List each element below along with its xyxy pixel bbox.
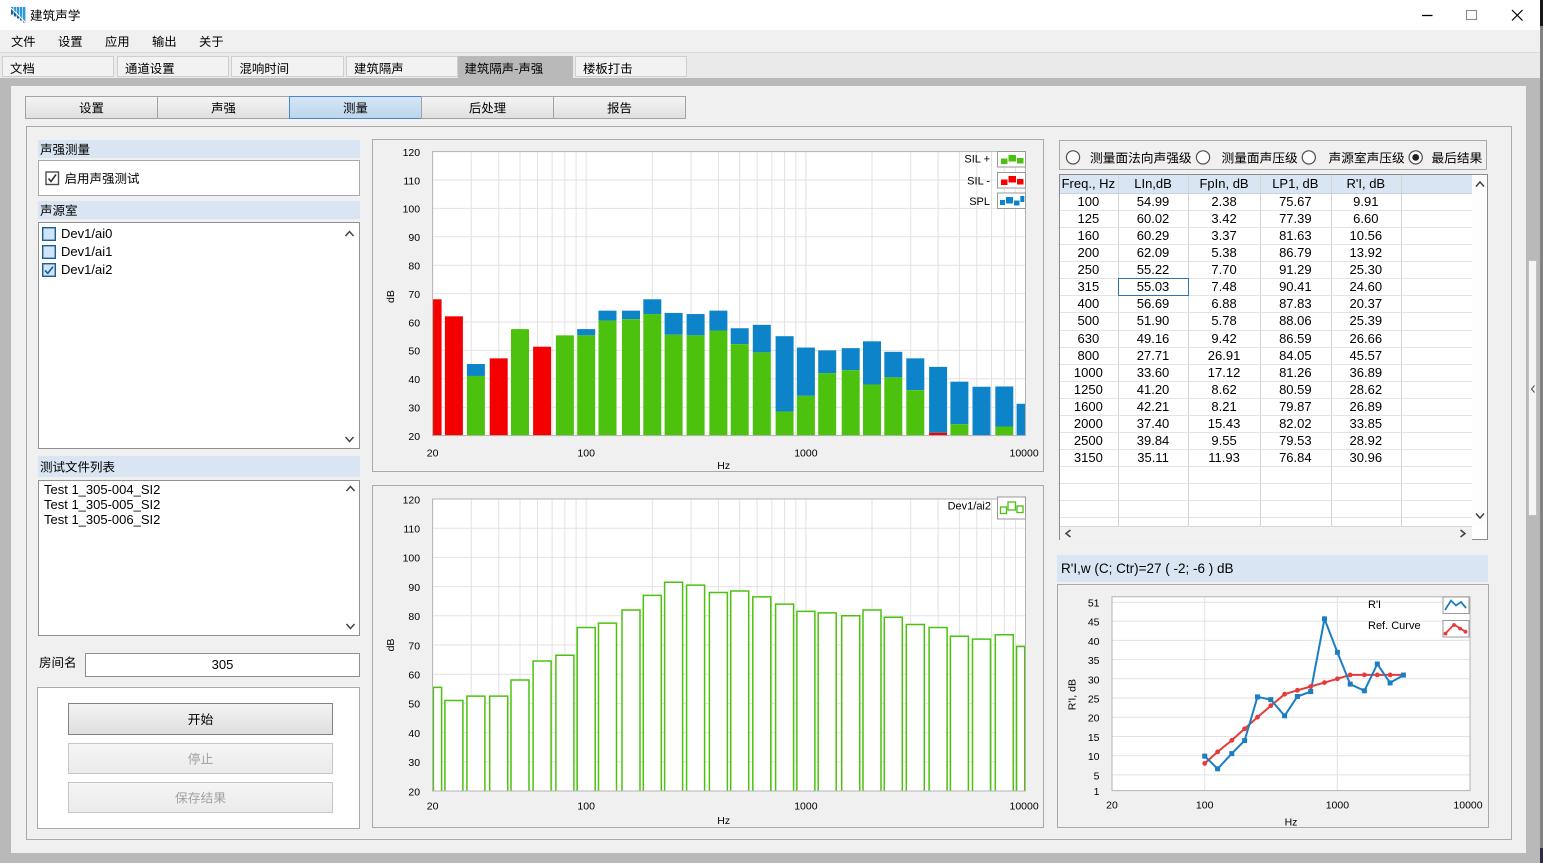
svg-text:R'I, dB: R'I, dB bbox=[1067, 679, 1079, 710]
svg-text:100: 100 bbox=[403, 204, 421, 216]
svg-text:20: 20 bbox=[1088, 713, 1100, 725]
svg-text:110: 110 bbox=[403, 524, 420, 536]
svg-text:20: 20 bbox=[408, 786, 420, 798]
svg-text:20: 20 bbox=[427, 801, 439, 813]
svg-text:120: 120 bbox=[403, 494, 421, 506]
svg-text:10000: 10000 bbox=[1453, 800, 1482, 812]
svg-text:40: 40 bbox=[408, 374, 420, 386]
svg-text:dB: dB bbox=[385, 290, 397, 303]
svg-text:90: 90 bbox=[408, 582, 420, 594]
svg-text:100: 100 bbox=[577, 801, 595, 813]
svg-text:70: 70 bbox=[408, 289, 420, 301]
svg-text:Hz: Hz bbox=[717, 460, 730, 472]
svg-text:20: 20 bbox=[1106, 800, 1118, 812]
svg-text:50: 50 bbox=[408, 699, 420, 711]
svg-text:Dev1/ai2: Dev1/ai2 bbox=[948, 501, 991, 513]
svg-text:1: 1 bbox=[1094, 786, 1100, 798]
svg-text:R'I: R'I bbox=[1368, 599, 1381, 611]
svg-text:35: 35 bbox=[1088, 655, 1100, 667]
svg-text:70: 70 bbox=[408, 640, 420, 652]
svg-text:20: 20 bbox=[427, 448, 439, 460]
svg-text:80: 80 bbox=[408, 261, 420, 273]
svg-text:60: 60 bbox=[408, 670, 420, 682]
svg-text:45: 45 bbox=[1088, 617, 1100, 629]
svg-text:30: 30 bbox=[408, 757, 420, 769]
svg-text:90: 90 bbox=[408, 232, 420, 244]
svg-text:1000: 1000 bbox=[794, 801, 818, 813]
svg-text:100: 100 bbox=[403, 553, 421, 565]
svg-text:80: 80 bbox=[408, 611, 420, 623]
svg-text:25: 25 bbox=[1088, 694, 1100, 706]
svg-text:10000: 10000 bbox=[1009, 448, 1038, 460]
svg-text:100: 100 bbox=[577, 448, 595, 460]
svg-text:30: 30 bbox=[408, 403, 420, 415]
svg-text:SIL -: SIL - bbox=[967, 175, 990, 187]
svg-text:Hz: Hz bbox=[717, 815, 730, 827]
svg-text:10: 10 bbox=[1088, 751, 1100, 763]
svg-text:SIL +: SIL + bbox=[964, 154, 990, 166]
svg-text:Ref. Curve: Ref. Curve bbox=[1368, 620, 1421, 632]
svg-text:15: 15 bbox=[1088, 732, 1100, 744]
svg-text:100: 100 bbox=[1196, 800, 1214, 812]
svg-text:110: 110 bbox=[403, 175, 420, 187]
svg-text:10000: 10000 bbox=[1009, 801, 1038, 813]
svg-text:dB: dB bbox=[385, 639, 397, 652]
svg-text:51: 51 bbox=[1088, 598, 1100, 610]
svg-text:120: 120 bbox=[403, 147, 421, 159]
svg-text:1000: 1000 bbox=[1326, 800, 1350, 812]
svg-text:30: 30 bbox=[1088, 674, 1100, 686]
svg-text:1000: 1000 bbox=[794, 448, 818, 460]
svg-text:20: 20 bbox=[408, 431, 420, 443]
svg-text:SPL: SPL bbox=[969, 196, 990, 208]
svg-text:40: 40 bbox=[408, 728, 420, 740]
svg-text:60: 60 bbox=[408, 317, 420, 329]
svg-text:50: 50 bbox=[408, 346, 420, 358]
svg-text:Hz: Hz bbox=[1285, 817, 1298, 829]
svg-text:40: 40 bbox=[1088, 636, 1100, 648]
svg-text:5: 5 bbox=[1094, 770, 1100, 782]
